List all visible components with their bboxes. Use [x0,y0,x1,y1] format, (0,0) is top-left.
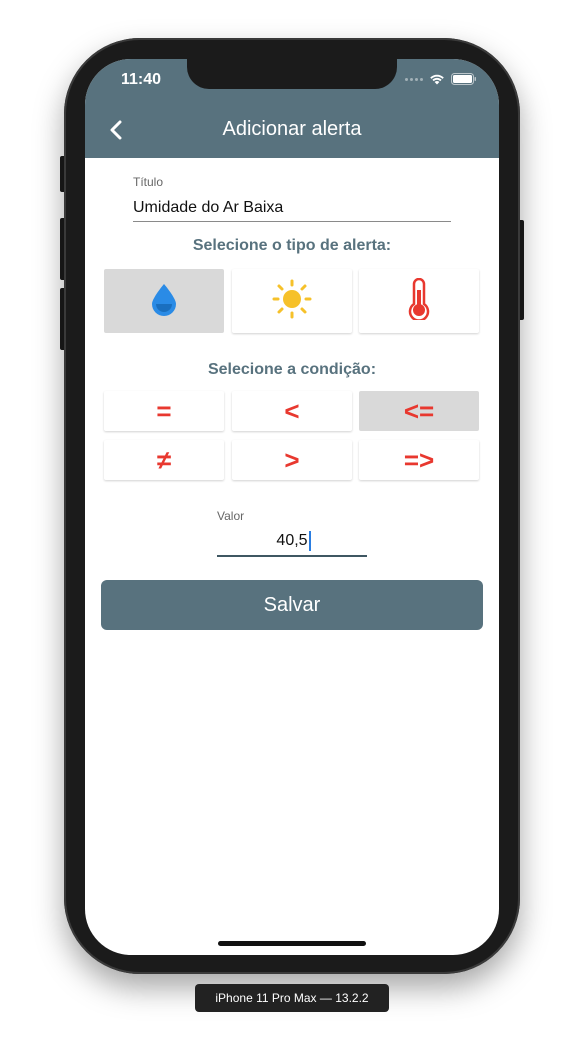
value-input[interactable] [217,527,367,557]
alert-type-temperature[interactable] [359,269,479,333]
wifi-icon [429,73,445,85]
simulator-stage: 11:40 Adicionar alerta Título Umidade do… [0,0,584,1048]
value-field-label: Valor [217,509,245,523]
condition-symbol: = [156,396,172,426]
condition-less-than[interactable]: < [232,391,352,431]
battery-icon [451,73,477,85]
condition-greater-than[interactable]: > [232,440,352,480]
phone-screen: 11:40 Adicionar alerta Título Umidade do… [85,59,499,955]
status-indicators [405,73,477,85]
condition-symbol: > [284,445,300,475]
alert-type-sun[interactable] [232,269,352,333]
condition-heading: Selecione a condição: [207,361,377,378]
status-time: 11:40 [121,71,162,88]
condition-symbol: < [284,396,300,426]
home-indicator [218,941,366,946]
alert-type-humidity[interactable] [104,269,224,333]
condition-equal[interactable]: = [104,391,224,431]
title-input[interactable] [133,195,451,222]
condition-symbol: => [403,445,435,475]
water-drop-icon [149,282,179,321]
alert-type-heading: Selecione o tipo de alerta: [192,237,392,254]
title-field-label: Título [133,175,164,189]
page-title: Adicionar alerta [222,118,362,140]
notch [187,59,397,89]
condition-greater-or-equal[interactable]: => [359,440,479,480]
condition-not-equal[interactable]: ≠ [104,440,224,480]
signal-icon [405,77,423,81]
condition-symbol: <= [403,396,435,426]
save-button[interactable]: Salvar [101,580,483,630]
app-header: 11:40 Adicionar alerta [85,59,499,158]
text-cursor [309,531,311,551]
thermometer-icon [407,277,431,325]
condition-symbol: ≠ [156,445,172,475]
condition-less-or-equal[interactable]: <= [359,391,479,431]
device-caption: iPhone 11 Pro Max — 13.2.2 [195,984,389,1012]
sun-icon [272,279,312,324]
